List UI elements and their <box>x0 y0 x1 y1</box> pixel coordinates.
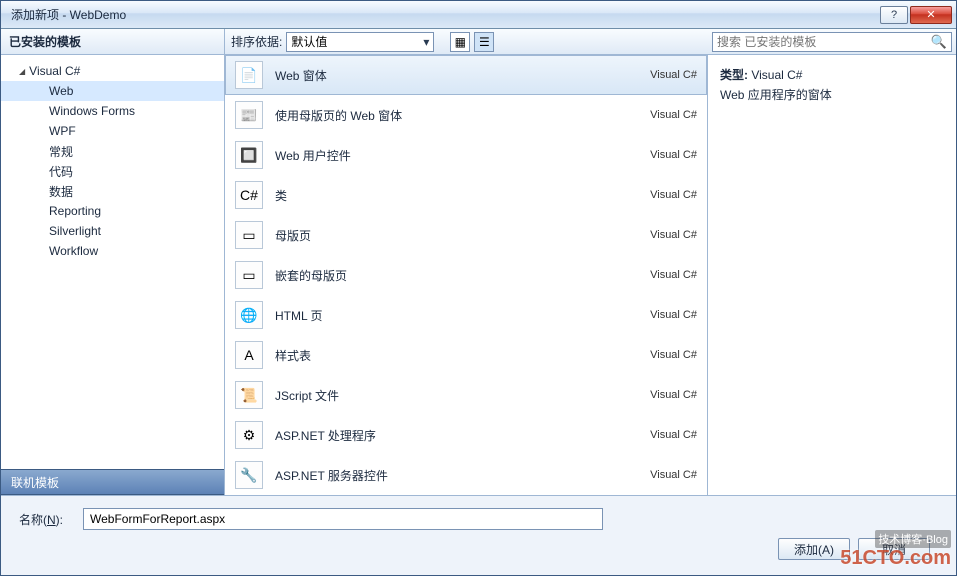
template-name: 母版页 <box>275 227 638 244</box>
type-value: Visual C# <box>751 68 802 82</box>
template-lang: Visual C# <box>650 149 697 161</box>
dialog-body: 已安装的模板 Visual C#WebWindows FormsWPF常规代码数… <box>1 29 956 575</box>
template-name: HTML 页 <box>275 307 638 324</box>
tree-item-reporting[interactable]: Reporting <box>1 201 224 221</box>
right-panel: 🔍 类型: Visual C# Web 应用程序的窗体 <box>708 29 956 495</box>
template-icon: ▭ <box>235 221 263 249</box>
template-icon: ▭ <box>235 261 263 289</box>
template-icon: 📰 <box>235 101 263 129</box>
help-button[interactable]: ? <box>880 6 908 24</box>
template-item[interactable]: A 样式表 Visual C# <box>225 335 707 375</box>
type-row: 类型: Visual C# <box>720 65 944 85</box>
window-title: 添加新项 - WebDemo <box>5 6 878 23</box>
template-lang: Visual C# <box>650 189 697 201</box>
template-name: JScript 文件 <box>275 387 638 404</box>
template-name: ASP.NET 处理程序 <box>275 427 638 444</box>
template-lang: Visual C# <box>650 309 697 321</box>
template-tree[interactable]: Visual C#WebWindows FormsWPF常规代码数据Report… <box>1 55 224 469</box>
sort-value: 默认值 <box>291 33 327 50</box>
template-lang: Visual C# <box>650 349 697 361</box>
name-row: 名称(N): <box>19 508 938 530</box>
sort-dropdown[interactable]: 默认值 <box>286 32 434 52</box>
template-item[interactable]: 📰 使用母版页的 Web 窗体 Visual C# <box>225 95 707 135</box>
template-icon: 📜 <box>235 381 263 409</box>
add-button[interactable]: 添加(A) <box>778 538 850 560</box>
template-name: ASP.NET 服务器控件 <box>275 467 638 484</box>
tree-item-workflow[interactable]: Workflow <box>1 241 224 261</box>
tree-item-数据[interactable]: 数据 <box>1 181 224 201</box>
template-name: 嵌套的母版页 <box>275 267 638 284</box>
left-panel: 已安装的模板 Visual C#WebWindows FormsWPF常规代码数… <box>1 29 225 495</box>
description-text: Web 应用程序的窗体 <box>720 85 944 105</box>
installed-templates-header: 已安装的模板 <box>1 29 224 55</box>
template-lang: Visual C# <box>650 389 697 401</box>
tree-item-常规[interactable]: 常规 <box>1 141 224 161</box>
template-icon: C# <box>235 181 263 209</box>
template-item[interactable]: 📜 JScript 文件 Visual C# <box>225 375 707 415</box>
tree-item-wpf[interactable]: WPF <box>1 121 224 141</box>
cancel-button[interactable]: 取消 <box>858 538 930 560</box>
template-name: Web 用户控件 <box>275 147 638 164</box>
template-icon: A <box>235 341 263 369</box>
template-name: 使用母版页的 Web 窗体 <box>275 107 638 124</box>
template-icon: 🔲 <box>235 141 263 169</box>
description-area: 类型: Visual C# Web 应用程序的窗体 <box>708 55 956 115</box>
template-name: Web 窗体 <box>275 67 638 84</box>
template-lang: Visual C# <box>650 229 697 241</box>
template-lang: Visual C# <box>650 429 697 441</box>
template-icon: ⚙ <box>235 421 263 449</box>
template-lang: Visual C# <box>650 109 697 121</box>
template-item[interactable]: C# 类 Visual C# <box>225 175 707 215</box>
close-button[interactable]: ✕ <box>910 6 952 24</box>
name-label: 名称(N): <box>19 511 63 528</box>
template-lang: Visual C# <box>650 469 697 481</box>
type-label: 类型: <box>720 68 748 82</box>
dialog-window: 添加新项 - WebDemo ? ✕ 已安装的模板 Visual C#WebWi… <box>0 0 957 576</box>
tree-item-代码[interactable]: 代码 <box>1 161 224 181</box>
tree-item-web[interactable]: Web <box>1 81 224 101</box>
search-input[interactable] <box>717 35 927 49</box>
template-item[interactable]: 🌐 HTML 页 Visual C# <box>225 295 707 335</box>
template-icon: 📄 <box>235 61 263 89</box>
template-item[interactable]: ▭ 嵌套的母版页 Visual C# <box>225 255 707 295</box>
template-item[interactable]: ⚙ ASP.NET 处理程序 Visual C# <box>225 415 707 455</box>
search-icon[interactable]: 🔍 <box>931 34 947 50</box>
tree-item-windows-forms[interactable]: Windows Forms <box>1 101 224 121</box>
template-lang: Visual C# <box>650 269 697 281</box>
template-item[interactable]: ▭ 母版页 Visual C# <box>225 215 707 255</box>
tree-item-silverlight[interactable]: Silverlight <box>1 221 224 241</box>
view-medium-icons-button[interactable]: ☰ <box>474 32 494 52</box>
template-icon: 🔧 <box>235 461 263 489</box>
tree-root[interactable]: Visual C# <box>1 61 224 81</box>
upper-area: 已安装的模板 Visual C#WebWindows FormsWPF常规代码数… <box>1 29 956 495</box>
name-input-box[interactable] <box>83 508 603 530</box>
button-row: 添加(A) 取消 <box>19 538 938 560</box>
template-name: 类 <box>275 187 638 204</box>
sort-label: 排序依据: <box>231 33 282 50</box>
template-item[interactable]: 🔧 ASP.NET 服务器控件 Visual C# <box>225 455 707 495</box>
template-lang: Visual C# <box>650 69 697 81</box>
template-name: 样式表 <box>275 347 638 364</box>
template-item[interactable]: 📄 Web 窗体 Visual C# <box>225 55 707 95</box>
titlebar[interactable]: 添加新项 - WebDemo ? ✕ <box>1 1 956 29</box>
template-list[interactable]: 📄Web 窗体Visual C#📰使用母版页的 Web 窗体Visual C#🔲… <box>225 55 708 495</box>
right-toolbar: 🔍 <box>708 29 956 55</box>
search-box[interactable]: 🔍 <box>712 32 952 52</box>
center-panel: 排序依据: 默认值 ▦ ☰ 📄 Web 窗体 Visual C# 📰 使用母版页的 We… <box>225 29 708 495</box>
online-templates-header[interactable]: 联机模板 <box>1 469 224 495</box>
template-icon: 🌐 <box>235 301 263 329</box>
template-item[interactable]: 🔲 Web 用户控件 Visual C# <box>225 135 707 175</box>
lower-area: 名称(N): 添加(A) 取消 <box>1 495 956 575</box>
name-input[interactable] <box>90 512 596 526</box>
center-toolbar: 排序依据: 默认值 ▦ ☰ <box>225 29 708 55</box>
view-small-icons-button[interactable]: ▦ <box>450 32 470 52</box>
